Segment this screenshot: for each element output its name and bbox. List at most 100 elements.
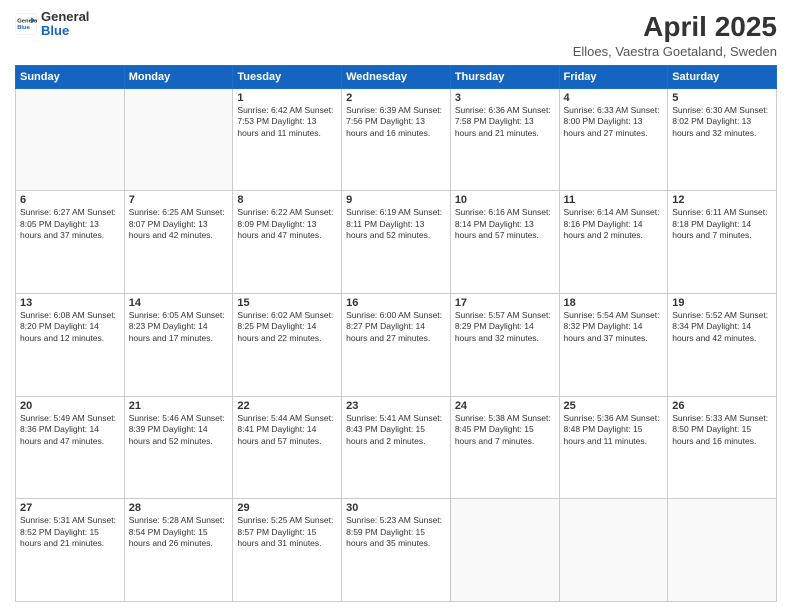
day-cell: 7Sunrise: 6:25 AM Sunset: 8:07 PM Daylig… xyxy=(124,191,233,294)
day-cell: 11Sunrise: 6:14 AM Sunset: 8:16 PM Dayli… xyxy=(559,191,668,294)
day-info: Sunrise: 6:33 AM Sunset: 8:00 PM Dayligh… xyxy=(564,105,664,139)
day-number: 20 xyxy=(20,400,120,412)
day-cell: 27Sunrise: 5:31 AM Sunset: 8:52 PM Dayli… xyxy=(16,499,125,602)
svg-text:Blue: Blue xyxy=(17,25,30,31)
day-cell: 10Sunrise: 6:16 AM Sunset: 8:14 PM Dayli… xyxy=(450,191,559,294)
day-cell xyxy=(16,88,125,191)
day-info: Sunrise: 5:28 AM Sunset: 8:54 PM Dayligh… xyxy=(129,515,229,549)
day-cell: 18Sunrise: 5:54 AM Sunset: 8:32 PM Dayli… xyxy=(559,293,668,396)
day-info: Sunrise: 6:42 AM Sunset: 7:53 PM Dayligh… xyxy=(237,105,337,139)
day-cell xyxy=(559,499,668,602)
day-cell: 29Sunrise: 5:25 AM Sunset: 8:57 PM Dayli… xyxy=(233,499,342,602)
day-cell: 21Sunrise: 5:46 AM Sunset: 8:39 PM Dayli… xyxy=(124,396,233,499)
day-info: Sunrise: 5:23 AM Sunset: 8:59 PM Dayligh… xyxy=(346,515,446,549)
day-info: Sunrise: 6:25 AM Sunset: 8:07 PM Dayligh… xyxy=(129,207,229,241)
day-number: 17 xyxy=(455,297,555,309)
day-cell: 17Sunrise: 5:57 AM Sunset: 8:29 PM Dayli… xyxy=(450,293,559,396)
day-number: 23 xyxy=(346,400,446,412)
week-row-3: 20Sunrise: 5:49 AM Sunset: 8:36 PM Dayli… xyxy=(16,396,777,499)
day-number: 28 xyxy=(129,502,229,514)
day-info: Sunrise: 5:54 AM Sunset: 8:32 PM Dayligh… xyxy=(564,310,664,344)
day-info: Sunrise: 5:36 AM Sunset: 8:48 PM Dayligh… xyxy=(564,413,664,447)
calendar-table: SundayMondayTuesdayWednesdayThursdayFrid… xyxy=(15,65,777,602)
day-number: 16 xyxy=(346,297,446,309)
day-info: Sunrise: 5:41 AM Sunset: 8:43 PM Dayligh… xyxy=(346,413,446,447)
day-number: 14 xyxy=(129,297,229,309)
day-number: 15 xyxy=(237,297,337,309)
day-number: 21 xyxy=(129,400,229,412)
day-cell: 13Sunrise: 6:08 AM Sunset: 8:20 PM Dayli… xyxy=(16,293,125,396)
day-cell: 19Sunrise: 5:52 AM Sunset: 8:34 PM Dayli… xyxy=(668,293,777,396)
day-cell: 6Sunrise: 6:27 AM Sunset: 8:05 PM Daylig… xyxy=(16,191,125,294)
day-info: Sunrise: 5:57 AM Sunset: 8:29 PM Dayligh… xyxy=(455,310,555,344)
day-cell: 2Sunrise: 6:39 AM Sunset: 7:56 PM Daylig… xyxy=(342,88,451,191)
day-number: 12 xyxy=(672,194,772,206)
day-number: 30 xyxy=(346,502,446,514)
day-cell: 24Sunrise: 5:38 AM Sunset: 8:45 PM Dayli… xyxy=(450,396,559,499)
day-info: Sunrise: 5:44 AM Sunset: 8:41 PM Dayligh… xyxy=(237,413,337,447)
day-number: 10 xyxy=(455,194,555,206)
day-number: 6 xyxy=(20,194,120,206)
day-info: Sunrise: 6:22 AM Sunset: 8:09 PM Dayligh… xyxy=(237,207,337,241)
day-info: Sunrise: 6:02 AM Sunset: 8:25 PM Dayligh… xyxy=(237,310,337,344)
day-number: 26 xyxy=(672,400,772,412)
subtitle: Elloes, Vaestra Goetaland, Sweden xyxy=(573,44,777,59)
day-number: 5 xyxy=(672,92,772,104)
day-info: Sunrise: 5:31 AM Sunset: 8:52 PM Dayligh… xyxy=(20,515,120,549)
main-title: April 2025 xyxy=(573,10,777,44)
day-number: 1 xyxy=(237,92,337,104)
day-cell xyxy=(450,499,559,602)
day-number: 18 xyxy=(564,297,664,309)
day-info: Sunrise: 5:38 AM Sunset: 8:45 PM Dayligh… xyxy=(455,413,555,447)
weekday-wednesday: Wednesday xyxy=(342,65,451,88)
day-number: 11 xyxy=(564,194,664,206)
logo-general: General xyxy=(41,10,89,24)
day-info: Sunrise: 5:52 AM Sunset: 8:34 PM Dayligh… xyxy=(672,310,772,344)
day-info: Sunrise: 6:16 AM Sunset: 8:14 PM Dayligh… xyxy=(455,207,555,241)
day-info: Sunrise: 6:39 AM Sunset: 7:56 PM Dayligh… xyxy=(346,105,446,139)
day-info: Sunrise: 5:33 AM Sunset: 8:50 PM Dayligh… xyxy=(672,413,772,447)
day-info: Sunrise: 6:30 AM Sunset: 8:02 PM Dayligh… xyxy=(672,105,772,139)
page: General Blue General Blue April 2025 Ell… xyxy=(0,0,792,612)
day-number: 7 xyxy=(129,194,229,206)
day-number: 29 xyxy=(237,502,337,514)
day-number: 3 xyxy=(455,92,555,104)
weekday-tuesday: Tuesday xyxy=(233,65,342,88)
day-cell: 26Sunrise: 5:33 AM Sunset: 8:50 PM Dayli… xyxy=(668,396,777,499)
week-row-0: 1Sunrise: 6:42 AM Sunset: 7:53 PM Daylig… xyxy=(16,88,777,191)
day-cell: 20Sunrise: 5:49 AM Sunset: 8:36 PM Dayli… xyxy=(16,396,125,499)
day-cell: 3Sunrise: 6:36 AM Sunset: 7:58 PM Daylig… xyxy=(450,88,559,191)
day-cell: 5Sunrise: 6:30 AM Sunset: 8:02 PM Daylig… xyxy=(668,88,777,191)
day-number: 13 xyxy=(20,297,120,309)
day-info: Sunrise: 6:27 AM Sunset: 8:05 PM Dayligh… xyxy=(20,207,120,241)
day-cell: 15Sunrise: 6:02 AM Sunset: 8:25 PM Dayli… xyxy=(233,293,342,396)
day-cell: 16Sunrise: 6:00 AM Sunset: 8:27 PM Dayli… xyxy=(342,293,451,396)
day-cell: 12Sunrise: 6:11 AM Sunset: 8:18 PM Dayli… xyxy=(668,191,777,294)
weekday-monday: Monday xyxy=(124,65,233,88)
day-number: 9 xyxy=(346,194,446,206)
day-number: 22 xyxy=(237,400,337,412)
day-cell: 23Sunrise: 5:41 AM Sunset: 8:43 PM Dayli… xyxy=(342,396,451,499)
day-cell: 14Sunrise: 6:05 AM Sunset: 8:23 PM Dayli… xyxy=(124,293,233,396)
day-cell: 22Sunrise: 5:44 AM Sunset: 8:41 PM Dayli… xyxy=(233,396,342,499)
weekday-sunday: Sunday xyxy=(16,65,125,88)
week-row-1: 6Sunrise: 6:27 AM Sunset: 8:05 PM Daylig… xyxy=(16,191,777,294)
day-cell xyxy=(668,499,777,602)
day-cell: 1Sunrise: 6:42 AM Sunset: 7:53 PM Daylig… xyxy=(233,88,342,191)
weekday-header-row: SundayMondayTuesdayWednesdayThursdayFrid… xyxy=(16,65,777,88)
day-number: 19 xyxy=(672,297,772,309)
day-cell: 25Sunrise: 5:36 AM Sunset: 8:48 PM Dayli… xyxy=(559,396,668,499)
week-row-2: 13Sunrise: 6:08 AM Sunset: 8:20 PM Dayli… xyxy=(16,293,777,396)
title-block: April 2025 Elloes, Vaestra Goetaland, Sw… xyxy=(573,10,777,59)
day-info: Sunrise: 6:00 AM Sunset: 8:27 PM Dayligh… xyxy=(346,310,446,344)
day-info: Sunrise: 5:49 AM Sunset: 8:36 PM Dayligh… xyxy=(20,413,120,447)
day-info: Sunrise: 6:14 AM Sunset: 8:16 PM Dayligh… xyxy=(564,207,664,241)
day-number: 25 xyxy=(564,400,664,412)
day-number: 4 xyxy=(564,92,664,104)
logo-icon: General Blue xyxy=(15,13,37,35)
day-cell: 30Sunrise: 5:23 AM Sunset: 8:59 PM Dayli… xyxy=(342,499,451,602)
day-info: Sunrise: 5:25 AM Sunset: 8:57 PM Dayligh… xyxy=(237,515,337,549)
day-cell xyxy=(124,88,233,191)
week-row-4: 27Sunrise: 5:31 AM Sunset: 8:52 PM Dayli… xyxy=(16,499,777,602)
day-info: Sunrise: 6:36 AM Sunset: 7:58 PM Dayligh… xyxy=(455,105,555,139)
